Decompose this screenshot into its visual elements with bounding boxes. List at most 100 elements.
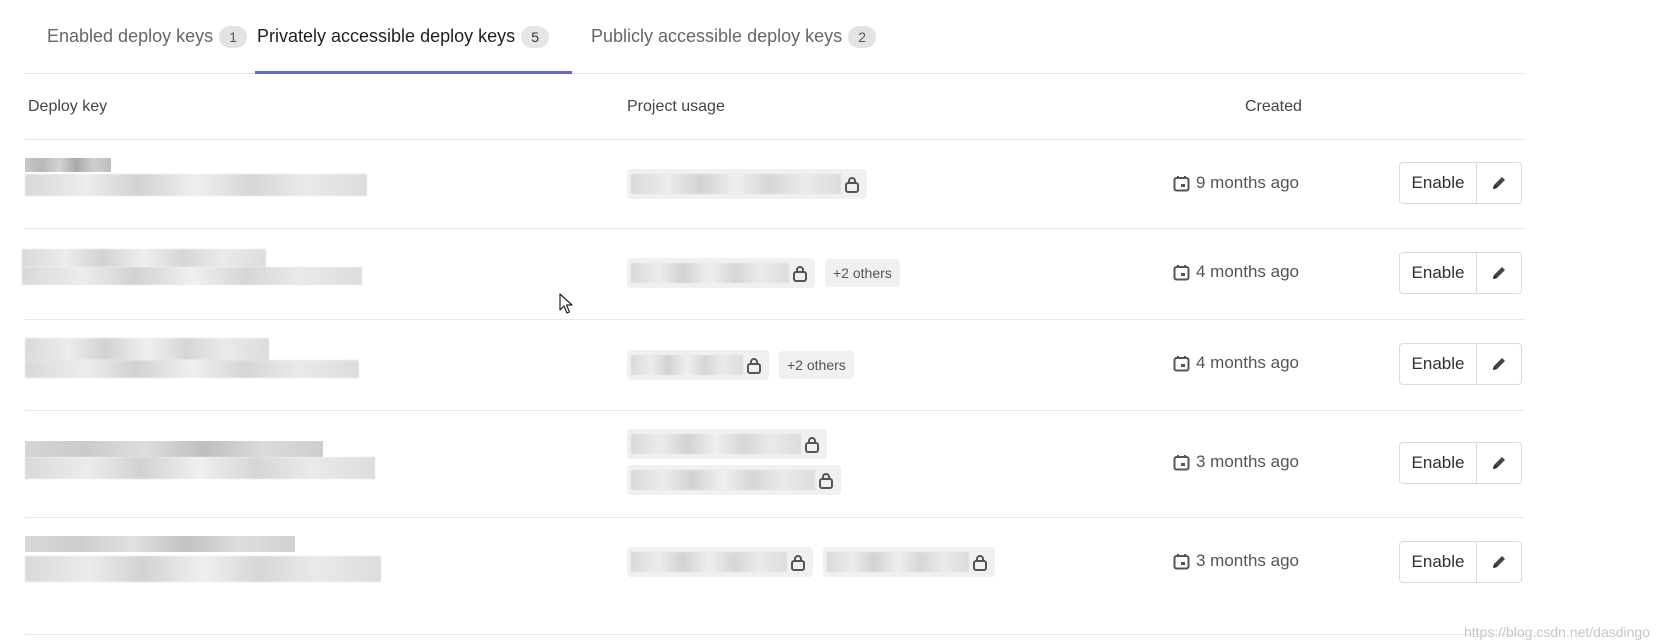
pencil-icon	[1493, 177, 1505, 189]
redacted-project-name	[827, 552, 969, 572]
mouse-cursor-icon	[559, 293, 573, 314]
pencil-icon	[1493, 267, 1505, 279]
tab-publicly-accessible-deploy-keys[interactable]: Publicly accessible deploy keys 2	[591, 0, 877, 73]
row-actions: Enable	[1399, 162, 1522, 204]
lock-icon	[791, 554, 805, 571]
redacted-key-fingerprint	[25, 360, 359, 378]
table-row: 9 months ago Enable	[25, 140, 1525, 229]
calendar-icon	[1173, 175, 1190, 191]
project-chip[interactable]	[823, 547, 995, 577]
created-time: 4 months ago	[1196, 353, 1300, 372]
created-time: 3 months ago	[1196, 551, 1300, 570]
lock-icon	[805, 436, 819, 453]
created-time: 3 months ago	[1196, 452, 1300, 471]
edit-button[interactable]	[1477, 343, 1522, 385]
enable-button[interactable]: Enable	[1399, 541, 1477, 583]
project-chip[interactable]	[627, 465, 841, 495]
table-row: +2 others 4 months ago Enable	[25, 320, 1525, 411]
lock-icon	[845, 176, 859, 193]
tab-label: Enabled deploy keys	[47, 26, 214, 46]
redacted-project-name	[631, 434, 801, 454]
enable-button[interactable]: Enable	[1399, 343, 1477, 385]
deploy-key-cell	[25, 338, 359, 378]
lock-icon	[747, 357, 761, 374]
count-badge: 1	[219, 25, 248, 48]
count-badge: 5	[521, 25, 550, 48]
deploy-key-tabs: Enabled deploy keys 1 Privately accessib…	[25, 0, 1525, 74]
project-chip[interactable]	[627, 350, 769, 380]
redacted-key-title	[25, 536, 295, 552]
created-cell: 3 months ago	[1173, 452, 1299, 472]
edit-button[interactable]	[1477, 252, 1522, 294]
deploy-key-cell	[25, 158, 367, 196]
pencil-icon	[1493, 457, 1505, 469]
table-row: 3 months ago Enable	[25, 518, 1525, 635]
column-header-deploy-key: Deploy key	[28, 98, 108, 115]
row-actions: Enable	[1399, 442, 1522, 484]
edit-button[interactable]	[1477, 442, 1522, 484]
created-time: 4 months ago	[1196, 262, 1300, 281]
tab-privately-accessible-deploy-keys[interactable]: Privately accessible deploy keys 5	[257, 0, 550, 73]
tab-label: Publicly accessible deploy keys	[591, 26, 843, 46]
project-usage-cell	[627, 547, 995, 577]
redacted-project-name	[631, 263, 789, 283]
redacted-project-name	[631, 552, 787, 572]
redacted-project-name	[631, 174, 841, 194]
deploy-key-cell	[22, 249, 362, 285]
project-usage-cell	[627, 169, 867, 199]
redacted-key-title	[25, 441, 323, 457]
count-badge: 2	[848, 25, 877, 48]
lock-icon	[973, 554, 987, 571]
deploy-key-cell	[25, 441, 375, 479]
created-cell: 4 months ago	[1173, 262, 1299, 282]
redacted-key-fingerprint	[25, 556, 381, 582]
redacted-key-fingerprint	[25, 457, 375, 479]
more-projects-badge[interactable]: +2 others	[825, 259, 900, 287]
created-cell: 4 months ago	[1173, 353, 1299, 373]
edit-button[interactable]	[1477, 162, 1522, 204]
watermark: https://blog.csdn.net/dasdingo	[1463, 624, 1650, 640]
project-chip[interactable]	[627, 169, 867, 199]
calendar-icon	[1173, 264, 1190, 280]
redacted-project-name	[631, 355, 743, 375]
redacted-key-title	[22, 249, 266, 267]
column-header-project-usage: Project usage	[627, 98, 725, 115]
project-usage-cell	[627, 429, 841, 495]
table-header: Deploy key Project usage Created	[25, 74, 1525, 140]
calendar-icon	[1173, 553, 1190, 569]
row-actions: Enable	[1399, 343, 1522, 385]
redacted-key-title	[25, 338, 269, 360]
edit-button[interactable]	[1477, 541, 1522, 583]
project-usage-cell: +2 others	[627, 350, 854, 380]
redacted-key-fingerprint	[25, 174, 367, 196]
lock-icon	[793, 265, 807, 282]
lock-icon	[819, 472, 833, 489]
table-row: +2 others 4 months ago Enable	[22, 229, 1525, 320]
project-chip[interactable]	[627, 429, 827, 459]
redacted-key-title	[25, 158, 111, 172]
column-header-created: Created	[1245, 98, 1302, 115]
project-usage-cell: +2 others	[627, 258, 900, 288]
calendar-icon	[1173, 454, 1190, 470]
enable-button[interactable]: Enable	[1399, 252, 1477, 294]
deploy-keys-panel: Enabled deploy keys 1 Privately accessib…	[22, 0, 1525, 635]
pencil-icon	[1493, 556, 1505, 568]
project-chip[interactable]	[627, 547, 813, 577]
created-time: 9 months ago	[1196, 173, 1300, 192]
table-row: 3 months ago Enable	[25, 411, 1525, 518]
more-projects-badge[interactable]: +2 others	[779, 351, 854, 379]
created-cell: 3 months ago	[1173, 551, 1299, 571]
tab-label: Privately accessible deploy keys	[257, 26, 516, 46]
calendar-icon	[1173, 355, 1190, 371]
redacted-project-name	[631, 470, 815, 490]
tab-enabled-deploy-keys[interactable]: Enabled deploy keys 1	[47, 0, 248, 73]
deploy-key-cell	[25, 536, 381, 582]
row-actions: Enable	[1399, 252, 1522, 294]
created-cell: 9 months ago	[1173, 173, 1299, 193]
redacted-key-fingerprint	[22, 267, 362, 285]
project-chip[interactable]	[627, 258, 815, 288]
enable-button[interactable]: Enable	[1399, 162, 1477, 204]
row-actions: Enable	[1399, 541, 1522, 583]
enable-button[interactable]: Enable	[1399, 442, 1477, 484]
pencil-icon	[1493, 358, 1505, 370]
